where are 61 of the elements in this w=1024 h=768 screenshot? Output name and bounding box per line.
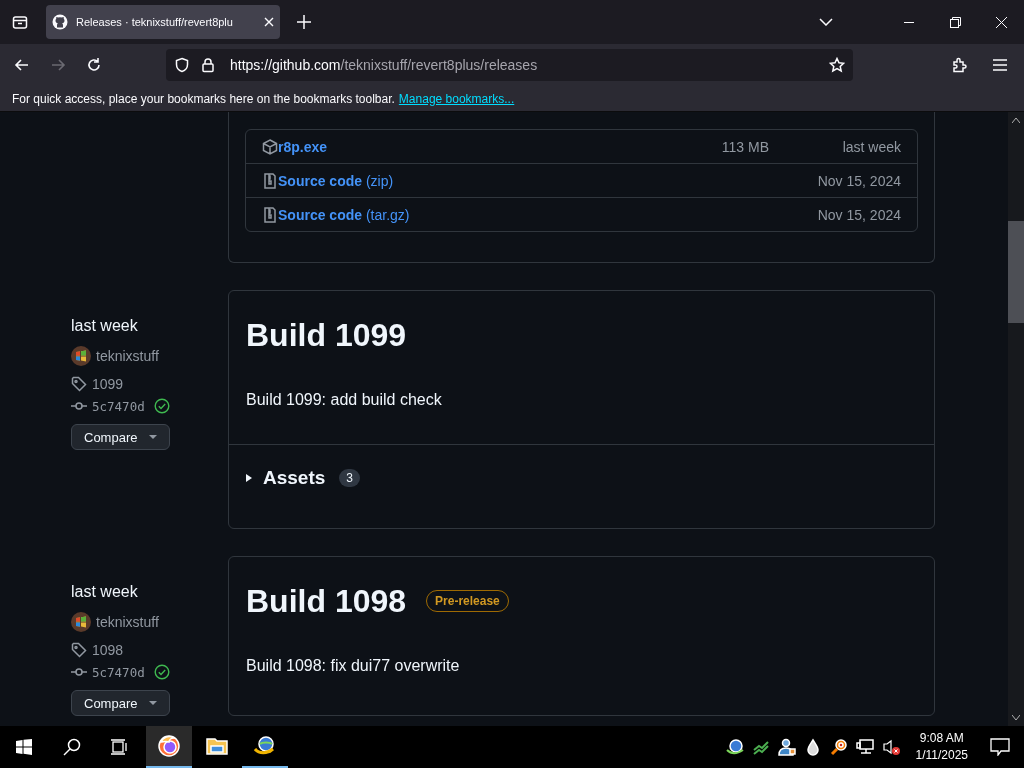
release-date: last week <box>71 316 139 336</box>
avatar-icon <box>71 612 91 632</box>
release-title: Build 1098 <box>246 582 407 621</box>
tag-link[interactable]: 1099 <box>92 376 124 392</box>
speaker-muted-icon <box>881 738 900 756</box>
release-date: last week <box>71 582 139 602</box>
network-icon <box>855 738 874 756</box>
assets-count: 3 <box>339 469 360 487</box>
asset-size: 113 MB <box>721 138 769 155</box>
url-text: https://github.com/teknixstuff/revert8plus/releases <box>230 57 539 73</box>
scroll-down-icon[interactable] <box>1012 715 1020 720</box>
compare-button[interactable]: Compare <box>71 424 171 450</box>
release-notes: Build 1099: add build check <box>246 390 443 410</box>
asset-link[interactable]: Source code (tar.gz) <box>278 206 410 223</box>
tag-icon <box>71 376 87 392</box>
firefox-icon <box>157 734 181 758</box>
tab-title: Releases · teknixstuff/revert8plu <box>76 16 234 28</box>
package-icon <box>262 138 278 155</box>
manage-bookmarks-link[interactable]: Manage bookmarks... <box>398 91 515 106</box>
close-tab-icon[interactable] <box>264 17 274 27</box>
scroll-up-icon[interactable] <box>1012 118 1020 123</box>
address-bar[interactable]: https://github.com/teknixstuff/revert8plus/releases <box>166 49 853 81</box>
magnifier-icon <box>829 738 848 756</box>
commit-link[interactable]: 5c7470d <box>92 398 145 414</box>
asset-date: Nov 15, 2024 <box>816 206 901 223</box>
zip-file-icon <box>262 172 278 189</box>
arrows-icon <box>751 738 770 756</box>
compare-button[interactable]: Compare <box>71 690 171 716</box>
back-icon <box>14 57 30 73</box>
asset-link[interactable]: Source code (zip) <box>278 172 394 189</box>
clock-date[interactable]: 1/11/2025 <box>915 747 968 764</box>
star-icon <box>829 57 845 73</box>
tag-link[interactable]: 1098 <box>92 642 124 658</box>
release-title: Build 1099 <box>246 316 407 355</box>
author-link[interactable]: teknixstuff <box>96 614 159 630</box>
avatar-icon <box>71 346 91 366</box>
commit-link[interactable]: 5c7470d <box>92 664 145 680</box>
assets-toggle[interactable]: Assets <box>245 467 326 489</box>
scrollbar-thumb[interactable] <box>1008 221 1024 323</box>
caret-icon <box>149 435 158 439</box>
release-notes: Build 1098: fix dui77 overwrite <box>246 656 461 676</box>
person-icon <box>777 738 796 756</box>
author-link[interactable]: teknixstuff <box>96 348 159 364</box>
asset-date: Nov 15, 2024 <box>816 172 901 189</box>
forward-icon <box>50 57 66 73</box>
disclosure-triangle-icon <box>245 474 253 482</box>
browser-tab[interactable]: Releases · teknixstuff/revert8plu <box>46 5 280 39</box>
reload-icon <box>86 57 102 73</box>
taskbar-app-button[interactable] <box>146 726 192 768</box>
clock-time[interactable]: 9:08 AM <box>919 730 964 747</box>
asset-link[interactable]: r8p.exe <box>278 138 328 155</box>
globe-icon <box>725 738 744 756</box>
lock-icon <box>200 57 216 73</box>
bookmarks-hint: For quick access, place your bookmarks here on the bookmarks toolbar. <box>12 91 395 106</box>
caret-icon <box>149 701 158 705</box>
zip-file-icon <box>262 206 278 223</box>
tag-icon <box>71 642 87 658</box>
asset-date: last week <box>841 138 901 155</box>
shield-icon <box>174 57 190 73</box>
windows-icon <box>16 739 32 755</box>
github-icon <box>52 14 68 30</box>
